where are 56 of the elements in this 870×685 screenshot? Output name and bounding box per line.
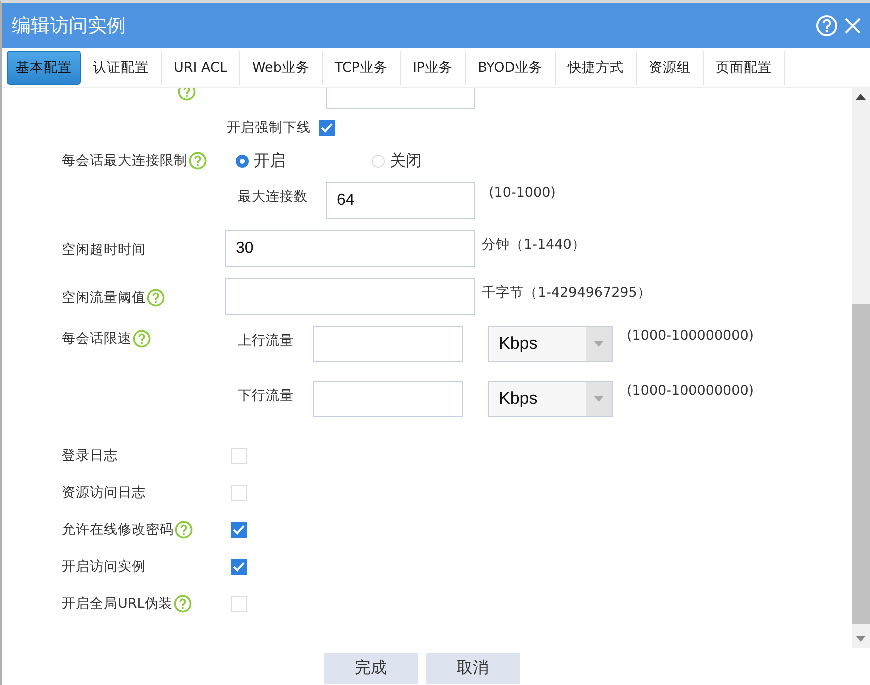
tab[interactable]: 基本配置 <box>7 51 81 85</box>
help-icon[interactable] <box>189 152 207 170</box>
input-field[interactable]: 30 <box>225 230 475 267</box>
dialog-button[interactable]: 取消 <box>426 653 520 684</box>
scroll-up-icon[interactable] <box>856 94 866 100</box>
field-label: 每会话限速 <box>62 330 132 348</box>
tab[interactable]: 认证配置 <box>81 51 162 85</box>
field-label: 开启访问实例 <box>62 558 146 576</box>
range-hint: (10-1000) <box>489 184 556 201</box>
field-label: 最大连接数 <box>238 189 308 205</box>
caret-icon <box>594 341 604 347</box>
input-field[interactable] <box>225 278 475 315</box>
dialog-button[interactable]: 完成 <box>324 653 418 684</box>
field-label: 上行流量 <box>238 332 295 350</box>
close-icon[interactable] <box>844 16 862 34</box>
help-icon[interactable] <box>133 330 151 348</box>
field-label: 每会话最大连接限制 <box>62 152 188 170</box>
caret-icon <box>594 396 604 402</box>
radio-label: 关闭 <box>390 150 422 172</box>
unit-dropdown[interactable]: Kbps <box>488 326 613 362</box>
scrollbar[interactable] <box>852 88 870 648</box>
checkbox[interactable] <box>231 522 247 538</box>
field-label: 资源访问日志 <box>62 484 146 502</box>
radio-button[interactable] <box>236 154 249 168</box>
tab[interactable]: 快捷方式 <box>556 51 638 85</box>
field-label: 开启全局URL伪装 <box>62 594 173 612</box>
field-label: 登录日志 <box>62 446 118 464</box>
help-icon[interactable] <box>147 289 165 307</box>
range-hint: 分钟（1-1440） <box>482 236 586 254</box>
tab[interactable]: BYOD业务 <box>466 51 556 85</box>
field-label: 允许在线修改密码 <box>62 520 174 538</box>
tab[interactable]: TCP业务 <box>322 51 401 85</box>
input-field[interactable] <box>313 381 463 417</box>
scroll-down-icon[interactable] <box>856 636 866 642</box>
range-hint: (1000-100000000) <box>627 327 754 344</box>
field-label: 空闲超时时间 <box>62 241 146 259</box>
radio-label: 开启 <box>254 150 286 172</box>
input-field[interactable]: 64 <box>326 182 475 219</box>
tab[interactable]: URI ACL <box>162 51 240 85</box>
field-label: 空闲流量阈值 <box>62 289 146 307</box>
help-icon[interactable] <box>178 88 196 101</box>
tab[interactable]: IP业务 <box>400 51 466 85</box>
checkbox[interactable] <box>319 120 335 136</box>
tab[interactable]: Web业务 <box>240 51 323 85</box>
unit-dropdown[interactable]: Kbps <box>488 381 613 417</box>
help-icon[interactable] <box>175 520 193 538</box>
help-icon[interactable] <box>174 594 192 612</box>
input-field[interactable] <box>313 326 463 362</box>
field-label: 下行流量 <box>238 387 295 405</box>
tab[interactable]: 资源组 <box>637 51 704 85</box>
checkbox-label: 开启强制下线 <box>227 119 311 137</box>
range-hint: 千字节（1-4294967295） <box>482 284 652 302</box>
window-title: 编辑访问实例 <box>12 14 127 38</box>
checkbox[interactable] <box>231 558 247 574</box>
tab[interactable]: 页面配置 <box>704 51 786 85</box>
range-hint: (1000-100000000) <box>627 382 754 399</box>
